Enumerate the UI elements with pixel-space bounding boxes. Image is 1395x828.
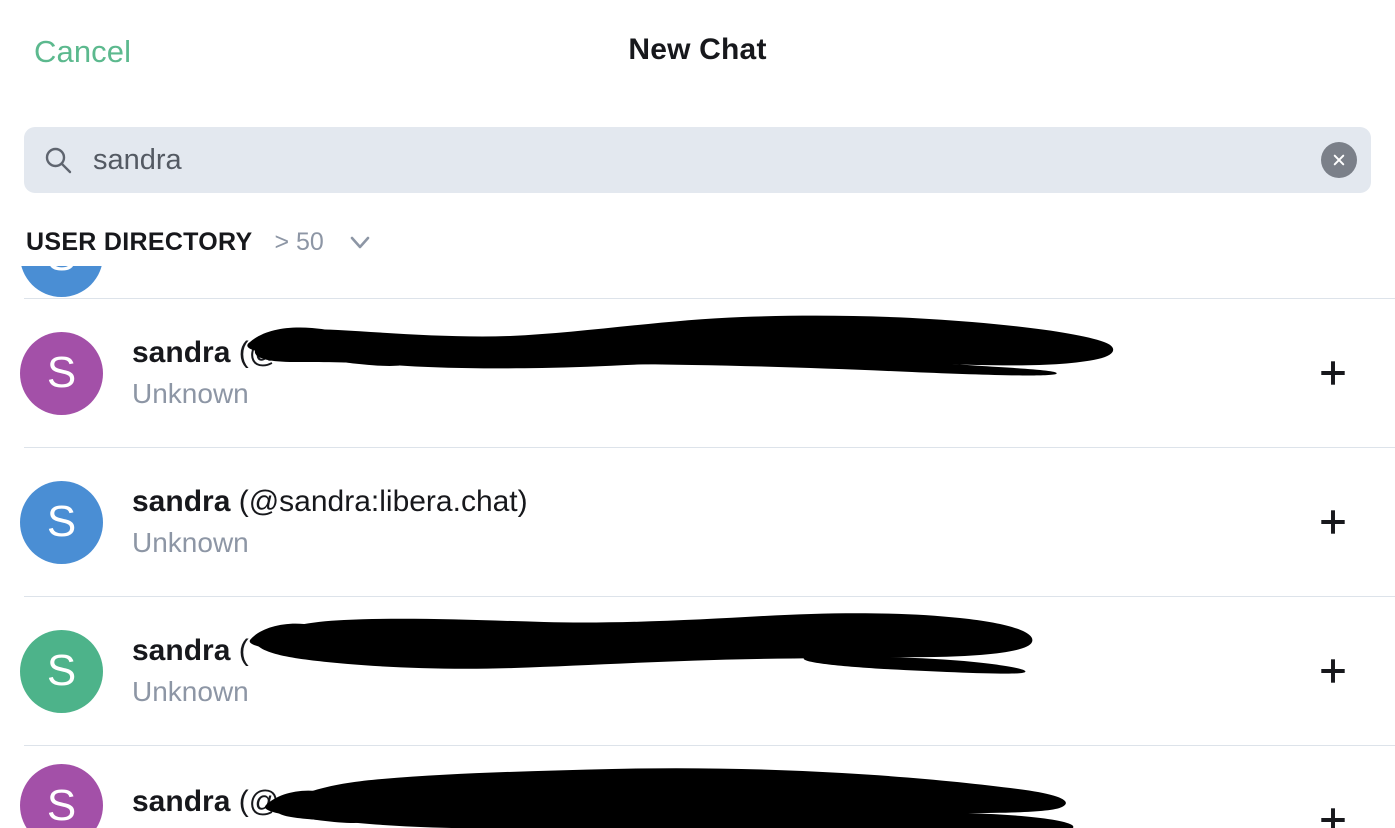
avatar: S bbox=[20, 331, 103, 415]
list-item-clipped[interactable]: S bbox=[0, 266, 1395, 298]
user-presence-status: Unknown bbox=[132, 526, 249, 558]
user-presence-status: Unknown bbox=[132, 675, 249, 707]
chevron-down-icon[interactable] bbox=[346, 228, 374, 256]
user-display-name: sandra ( bbox=[132, 634, 249, 668]
user-display-name: sandra (@sandra:libera.chat) bbox=[132, 485, 528, 519]
plus-icon bbox=[1321, 510, 1345, 534]
user-results-list[interactable]: S S sandra (@ Unknown bbox=[0, 266, 1395, 828]
plus-icon bbox=[1321, 361, 1345, 385]
add-user-button[interactable] bbox=[1305, 643, 1361, 699]
search-bar bbox=[24, 127, 1371, 193]
list-item-text: sandra ( Unknown bbox=[132, 613, 1305, 707]
add-user-button[interactable] bbox=[1305, 494, 1361, 550]
avatar: S bbox=[20, 266, 103, 297]
clear-icon[interactable] bbox=[1321, 142, 1357, 178]
table-row[interactable]: S sandra (@sandra:libera.chat) Unknown bbox=[0, 448, 1395, 596]
search-icon bbox=[43, 145, 73, 175]
table-row[interactable]: S sandra (@ Unknown bbox=[0, 299, 1395, 447]
user-display-name: sandra (@ bbox=[132, 336, 280, 370]
top-bar: Cancel New Chat bbox=[0, 0, 1395, 104]
user-presence-status: Unknown bbox=[132, 377, 249, 409]
search-input[interactable] bbox=[93, 127, 1291, 193]
table-row[interactable]: S sandra ( Unknown bbox=[0, 597, 1395, 745]
list-item-text: sandra (@ Unknown bbox=[132, 315, 1305, 409]
list-item-text: sandra (@sandra:libera.chat) Unknown bbox=[132, 485, 1305, 558]
section-title: USER DIRECTORY bbox=[26, 227, 253, 256]
page-title: New Chat bbox=[628, 33, 767, 66]
section-result-count: > 50 bbox=[274, 227, 324, 256]
table-row[interactable]: S sandra (@ bbox=[0, 746, 1395, 828]
add-user-button[interactable] bbox=[1305, 792, 1361, 828]
search-field[interactable] bbox=[24, 127, 1371, 193]
close-icon bbox=[1333, 154, 1345, 166]
new-chat-screen: Cancel New Chat USER DIRECTORY > 50 bbox=[0, 0, 1395, 828]
list-item-text: sandra (@ bbox=[132, 768, 1305, 828]
user-directory-section-header[interactable]: USER DIRECTORY > 50 bbox=[0, 218, 1395, 266]
add-user-button[interactable] bbox=[1305, 345, 1361, 401]
plus-icon bbox=[1321, 659, 1345, 683]
avatar: S bbox=[20, 480, 103, 564]
user-display-name: sandra (@ bbox=[132, 785, 280, 819]
avatar: S bbox=[20, 764, 103, 828]
plus-icon bbox=[1321, 808, 1345, 828]
avatar: S bbox=[20, 629, 103, 713]
